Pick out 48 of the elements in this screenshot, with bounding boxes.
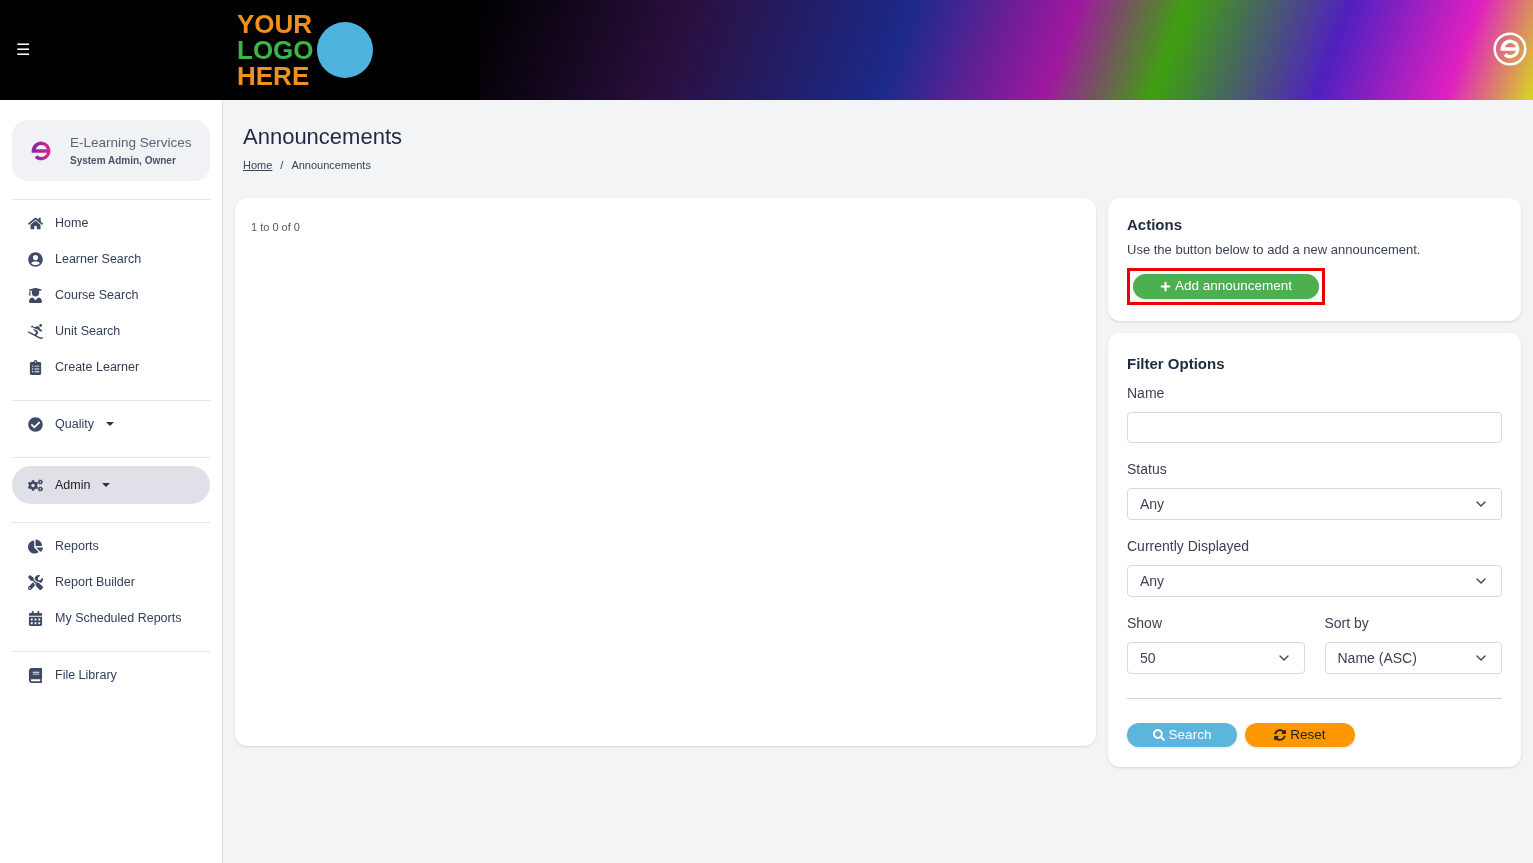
breadcrumb-link[interactable]: Home — [243, 157, 273, 174]
logo: YOUR LOGO HERE — [237, 10, 372, 90]
breadcrumb-separator: / — [280, 158, 284, 173]
sidebar-item[interactable]: Report Builder — [12, 567, 210, 597]
user-role: System Admin, Owner — [70, 154, 177, 169]
calendar-icon — [28, 610, 43, 626]
card-title: Actions — [1127, 214, 1183, 235]
sidebar-item[interactable]: Learner Search — [12, 244, 210, 274]
plus-icon — [1159, 280, 1171, 292]
field-label: Status — [1127, 460, 1168, 479]
reset-button[interactable]: Reset — [1245, 723, 1355, 747]
sidebar-item[interactable]: Unit Search — [12, 316, 210, 346]
select-dropdown[interactable]: Name (ASC) — [1324, 642, 1502, 674]
books-icon — [28, 667, 43, 683]
gears-icon — [28, 477, 43, 493]
sidebar-item[interactable]: Admin — [12, 466, 210, 504]
search-icon — [1152, 729, 1165, 741]
field-label: Sort by — [1324, 614, 1370, 633]
actions-description: Use the button below to add a new announcement. — [1127, 241, 1422, 259]
graduate-icon — [28, 287, 43, 303]
field-label: Show — [1127, 614, 1164, 633]
sidebar-item[interactable]: Home — [12, 208, 210, 238]
sidebar-item[interactable]: Course Search — [12, 280, 210, 310]
breadcrumb-current: Announcements — [291, 158, 371, 173]
refresh-icon — [1274, 729, 1287, 741]
home-icon — [28, 215, 43, 231]
user-icon — [28, 251, 43, 267]
field-label: Name — [1127, 384, 1166, 403]
skier-icon — [28, 323, 43, 339]
select-dropdown[interactable]: 50 — [1127, 642, 1305, 674]
page-title: Announcements — [243, 123, 403, 151]
sidebar-item[interactable]: Create Learner — [12, 352, 210, 382]
tools-icon — [28, 574, 43, 590]
results-summary: 1 to 0 of 0 — [251, 220, 300, 233]
card-title: Filter Options — [1127, 353, 1226, 374]
select-dropdown[interactable]: Any — [1127, 565, 1502, 597]
organisation-name: E-Learning Services — [70, 133, 192, 152]
sidebar-item[interactable]: Quality — [12, 409, 210, 439]
menu-button[interactable]: ☰ — [15, 38, 31, 62]
pie-chart-icon — [28, 538, 43, 554]
field-label: Currently Displayed — [1127, 537, 1251, 556]
sidebar-item[interactable]: Reports — [12, 531, 210, 561]
name-input[interactable] — [1127, 412, 1502, 443]
sidebar-item[interactable]: My Scheduled Reports — [12, 603, 210, 633]
select-dropdown[interactable]: Any — [1127, 488, 1502, 520]
clipboard-icon — [28, 359, 43, 375]
e-logo-icon — [1493, 32, 1527, 66]
sidebar-item[interactable]: File Library — [12, 660, 210, 690]
